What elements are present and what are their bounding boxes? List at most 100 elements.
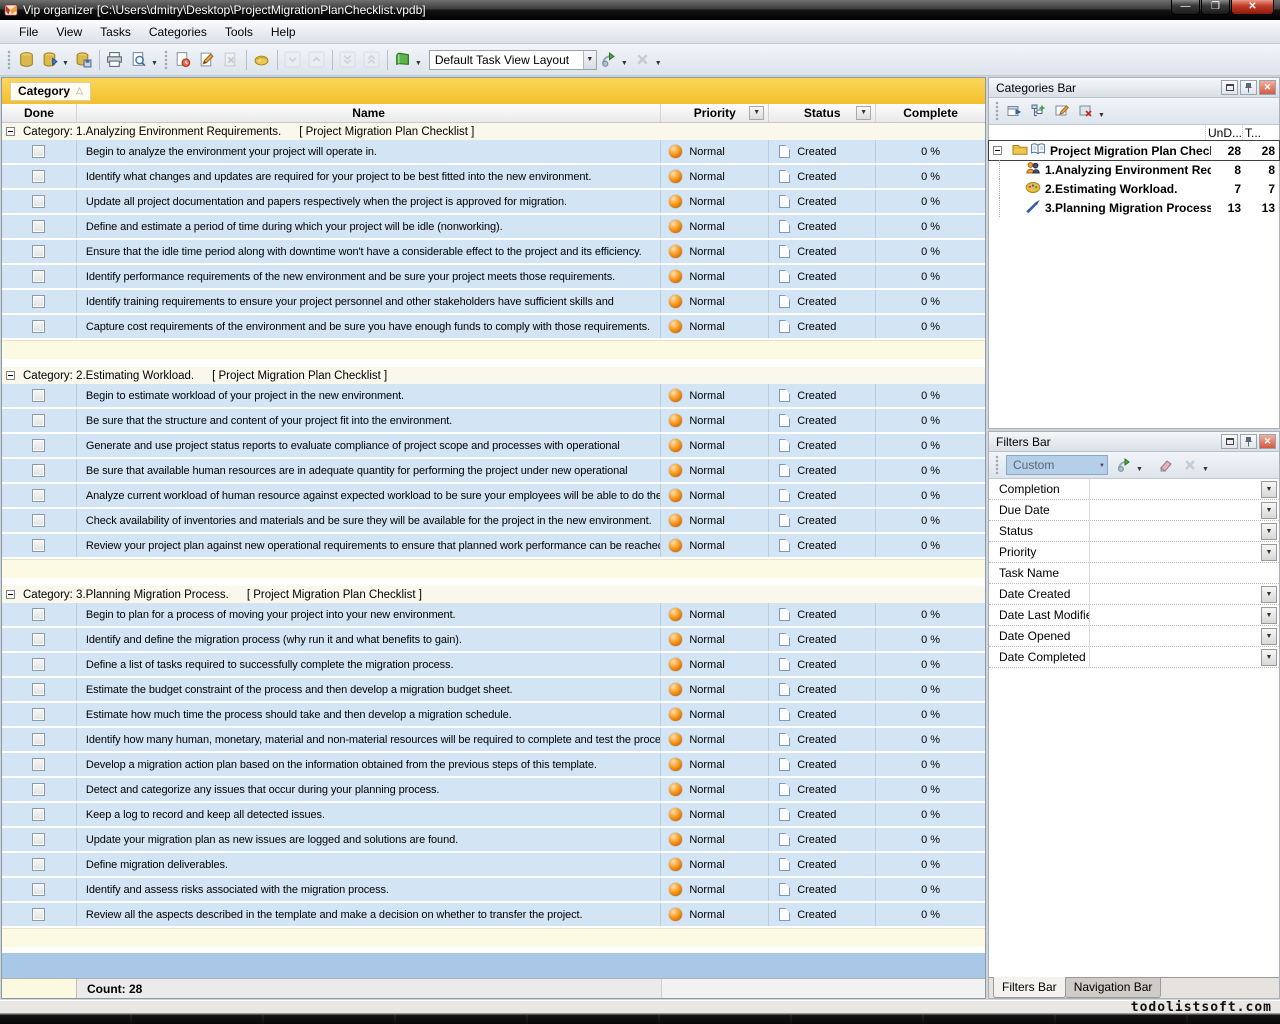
task-done-checkbox[interactable] xyxy=(32,633,45,646)
categories-toolbar-overflow-icon[interactable]: ▼ xyxy=(1098,112,1105,119)
task-done-checkbox[interactable] xyxy=(32,539,45,552)
task-row[interactable]: Define a list of tasks required to succe… xyxy=(2,653,985,678)
filter-value-cell[interactable] xyxy=(1089,626,1261,646)
filter-value-cell[interactable] xyxy=(1089,563,1279,583)
edit-category-icon[interactable] xyxy=(1050,99,1074,123)
column-header-done[interactable]: Done xyxy=(2,104,77,122)
collapse-icon[interactable] xyxy=(6,127,15,136)
category-tree-item[interactable]: Project Migration Plan Check2828 xyxy=(989,141,1279,160)
toolbar-grip[interactable] xyxy=(164,50,168,70)
panel-close-icon[interactable]: ✕ xyxy=(1259,80,1276,95)
delete-filter-icon[interactable] xyxy=(1178,453,1202,477)
task-row[interactable]: Identify and define the migration proces… xyxy=(2,628,985,653)
toolbar-grip[interactable] xyxy=(7,50,11,70)
apply-layout-icon[interactable] xyxy=(597,48,621,72)
task-done-checkbox[interactable] xyxy=(32,245,45,258)
edit-task-icon[interactable] xyxy=(195,48,219,72)
filter-value-cell[interactable] xyxy=(1089,584,1261,604)
minimize-icon[interactable]: — xyxy=(1171,0,1200,15)
menu-help[interactable]: Help xyxy=(262,21,305,43)
task-row[interactable]: Begin to estimate workload of your proje… xyxy=(2,384,985,409)
column-header-priority[interactable]: Priority▼ xyxy=(661,104,769,122)
toolbar-grip[interactable] xyxy=(995,101,999,121)
task-row[interactable]: Update your migration plan as new issues… xyxy=(2,828,985,853)
task-done-checkbox[interactable] xyxy=(32,908,45,921)
filter-value-cell[interactable] xyxy=(1089,521,1261,541)
tab-filters-bar[interactable]: Filters Bar xyxy=(993,977,1066,998)
task-done-checkbox[interactable] xyxy=(32,489,45,502)
menu-tasks[interactable]: Tasks xyxy=(91,21,140,43)
filter-value-cell[interactable] xyxy=(1089,605,1261,625)
priority-filter-icon[interactable]: ▼ xyxy=(749,106,764,120)
task-row[interactable]: Review all the aspects described in the … xyxy=(2,903,985,928)
print-preview-dropdown-icon[interactable]: ▼ xyxy=(151,60,158,67)
layout-combo[interactable]: Default Task View Layout ▼ xyxy=(429,50,597,70)
task-done-checkbox[interactable] xyxy=(32,414,45,427)
category-group-header[interactable]: Category: 2.Estimating Workload.[ Projec… xyxy=(2,367,985,384)
task-done-checkbox[interactable] xyxy=(32,220,45,233)
tab-navigation-bar[interactable]: Navigation Bar xyxy=(1065,978,1162,998)
windows-taskbar[interactable] xyxy=(0,1014,1280,1024)
task-row[interactable]: Estimate how much time the process shoul… xyxy=(2,703,985,728)
panel-close-icon[interactable]: ✕ xyxy=(1259,434,1276,449)
task-done-checkbox[interactable] xyxy=(32,758,45,771)
task-row[interactable]: Analyze current workload of human resour… xyxy=(2,484,985,509)
category-tree-item[interactable]: 3.Planning Migration Process1313 xyxy=(989,198,1279,217)
filter-preset-combo[interactable]: Custom ▼ xyxy=(1006,455,1100,475)
task-done-checkbox[interactable] xyxy=(32,858,45,871)
restore-icon[interactable]: ❐ xyxy=(1201,0,1230,15)
task-row[interactable]: Begin to plan for a process of moving yo… xyxy=(2,603,985,628)
task-done-checkbox[interactable] xyxy=(32,320,45,333)
task-row[interactable]: Check availability of inventories and ma… xyxy=(2,509,985,534)
save-database-icon[interactable] xyxy=(72,48,96,72)
filter-dropdown-icon[interactable]: ▼ xyxy=(1261,544,1277,561)
menu-view[interactable]: View xyxy=(47,21,91,43)
collapse-icon[interactable] xyxy=(993,146,1002,155)
task-row[interactable]: Identify training requirements to ensure… xyxy=(2,290,985,315)
toolbar-overflow-icon[interactable]: ▼ xyxy=(655,60,662,67)
column-header-status[interactable]: Status▼ xyxy=(769,104,876,122)
task-done-checkbox[interactable] xyxy=(32,145,45,158)
task-done-checkbox[interactable] xyxy=(32,195,45,208)
category-group-header[interactable]: Category: 1.Analyzing Environment Requir… xyxy=(2,123,985,140)
tree-col-total[interactable]: T... xyxy=(1242,125,1279,140)
filter-value-cell[interactable] xyxy=(1089,479,1261,499)
filter-dropdown-icon[interactable]: ▼ xyxy=(1261,586,1277,603)
task-row[interactable]: Identify performance requirements of the… xyxy=(2,265,985,290)
task-row[interactable]: Identify and assess risks associated wit… xyxy=(2,878,985,903)
clear-filter-icon[interactable] xyxy=(1154,453,1178,477)
column-header-name[interactable]: Name xyxy=(77,104,661,122)
panel-pin-icon[interactable] xyxy=(1240,80,1257,95)
remove-layout-icon[interactable] xyxy=(631,48,655,72)
task-done-checkbox[interactable] xyxy=(32,170,45,183)
filters-toolbar-overflow-icon[interactable]: ▼ xyxy=(1202,466,1209,473)
task-row[interactable]: Identify what changes and updates are re… xyxy=(2,165,985,190)
task-done-checkbox[interactable] xyxy=(32,439,45,452)
filter-dropdown-icon[interactable]: ▼ xyxy=(1261,481,1277,498)
filter-dropdown-icon[interactable]: ▼ xyxy=(1261,649,1277,666)
open-database-icon[interactable] xyxy=(38,48,62,72)
task-row[interactable]: Keep a log to record and keep all detect… xyxy=(2,803,985,828)
delete-task-icon[interactable] xyxy=(219,48,243,72)
print-preview-icon[interactable] xyxy=(127,48,151,72)
filter-dropdown-icon[interactable]: ▼ xyxy=(1261,502,1277,519)
task-row[interactable]: Capture cost requirements of the environ… xyxy=(2,315,985,340)
new-database-icon[interactable] xyxy=(14,48,38,72)
task-done-checkbox[interactable] xyxy=(32,683,45,696)
filter-value-cell[interactable] xyxy=(1089,647,1261,667)
column-header-complete[interactable]: Complete xyxy=(876,104,985,122)
category-tree-item[interactable]: 1.Analyzing Environment Req88 xyxy=(989,160,1279,179)
collapse-icon[interactable] xyxy=(6,590,15,599)
task-done-checkbox[interactable] xyxy=(32,808,45,821)
filter-dropdown-icon[interactable]: ▼ xyxy=(1261,523,1277,540)
task-row[interactable]: Develop a migration action plan based on… xyxy=(2,753,985,778)
move-up-icon[interactable] xyxy=(305,48,329,72)
task-row[interactable]: Be sure that the structure and content o… xyxy=(2,409,985,434)
filter-value-cell[interactable] xyxy=(1089,500,1261,520)
view-layout-dropdown-icon[interactable]: ▼ xyxy=(415,60,422,67)
chevron-down-icon[interactable]: ▼ xyxy=(583,51,596,69)
task-row[interactable]: Detect and categorize any issues that oc… xyxy=(2,778,985,803)
task-done-checkbox[interactable] xyxy=(32,708,45,721)
apply-layout-dropdown-icon[interactable]: ▼ xyxy=(621,60,628,67)
filter-dropdown-icon[interactable]: ▼ xyxy=(1261,607,1277,624)
